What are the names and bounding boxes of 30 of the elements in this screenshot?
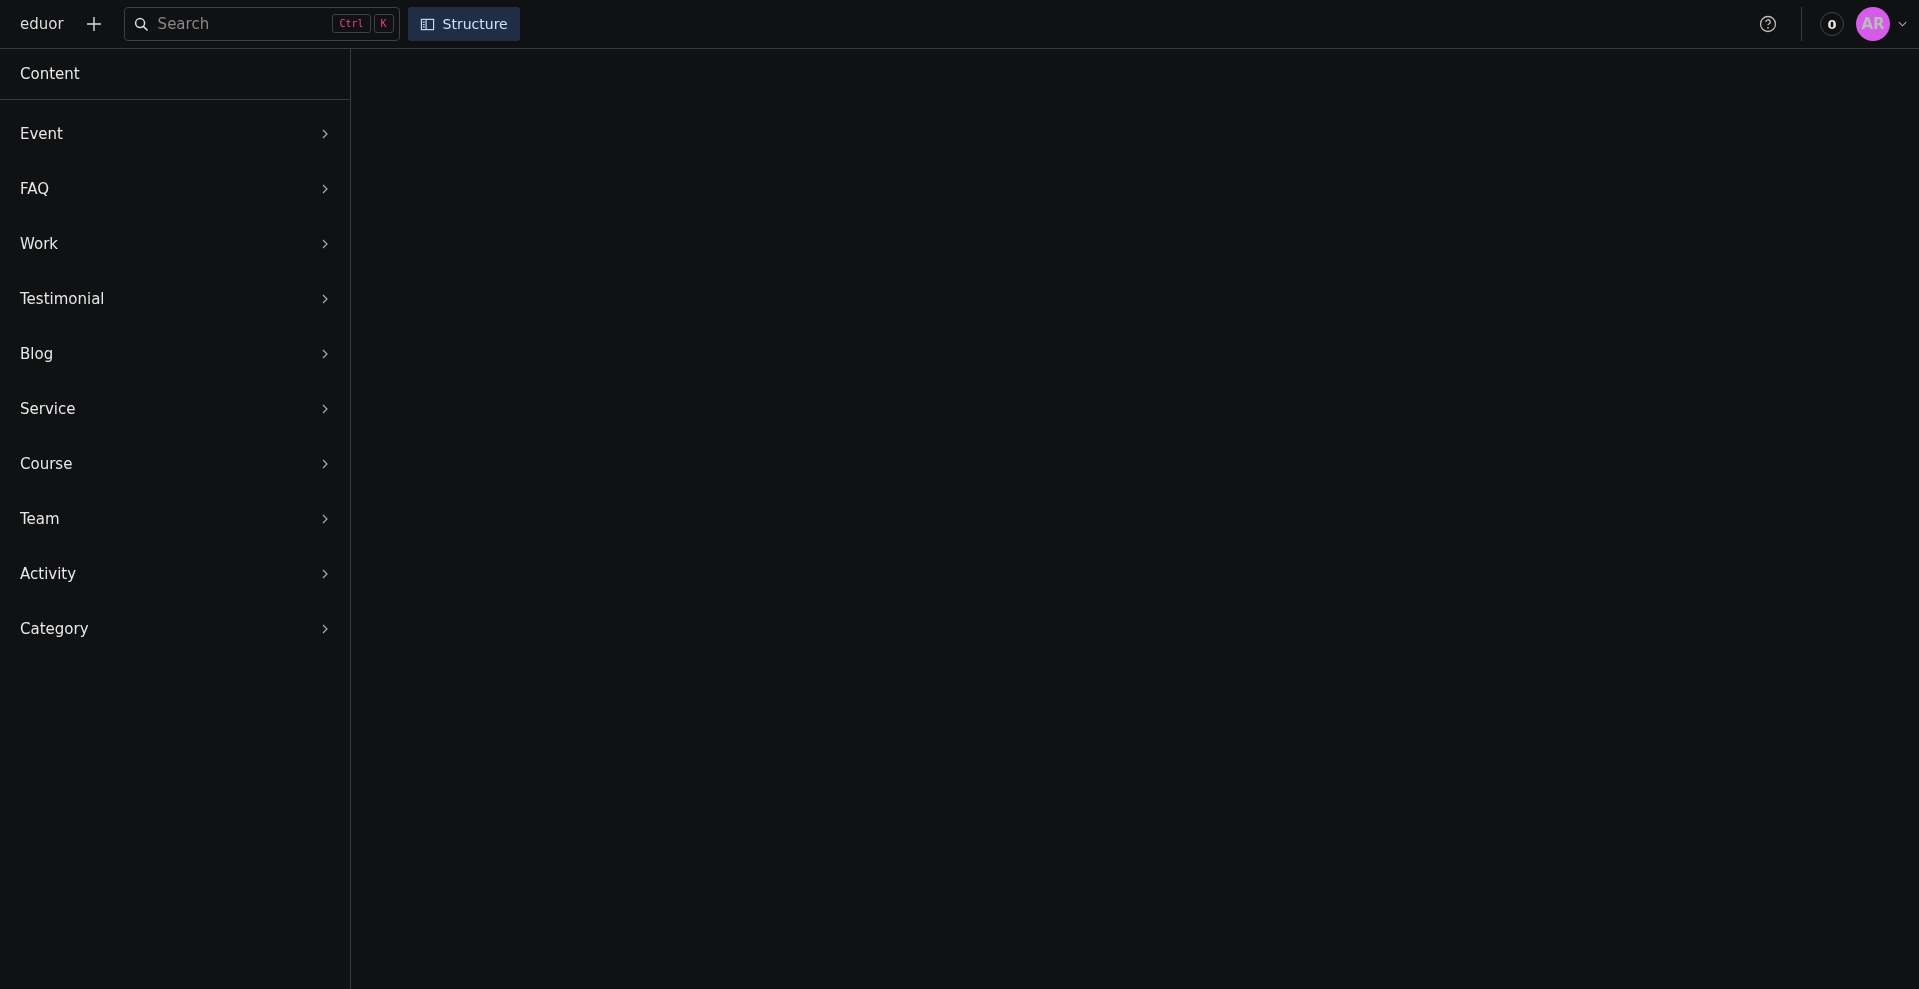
structure-tab[interactable]: Structure [407,7,520,41]
sidebar-item[interactable]: Work [0,216,350,271]
shortcut-key: K [373,14,394,33]
caret-icon[interactable] [1898,21,1907,27]
search-icon [133,17,149,32]
chevron-icon [322,238,328,249]
sidebar-title: Content [0,49,350,100]
sidebar-item[interactable]: Event [0,106,350,161]
sidebar-item[interactable]: Activity [0,546,350,601]
layout-icon [419,16,435,32]
chevron-icon [322,348,328,359]
sidebar-item[interactable]: Service [0,381,350,436]
sidebar-item[interactable]: Course [0,436,350,491]
chevron-icon [322,293,328,304]
help-icon[interactable] [1759,15,1777,33]
sidebar-item[interactable]: Blog [0,326,350,381]
chevron-icon [322,623,328,634]
chevron-icon [322,568,328,579]
chevron-icon [322,513,328,524]
chevron-icon [322,183,328,194]
shortcut-key: Ctrl [332,14,371,33]
chevron-icon [322,458,328,469]
sidebar-item[interactable]: Testimonial [0,271,350,326]
chevron-icon [322,128,328,139]
workspace-name[interactable]: eduor [20,15,64,33]
sidebar-item[interactable]: Team [0,491,350,546]
sidebar-item[interactable]: FAQ [0,161,350,216]
plus-icon[interactable] [85,16,102,32]
chevron-icon [322,403,328,414]
sidebar-item[interactable]: Category [0,601,350,656]
